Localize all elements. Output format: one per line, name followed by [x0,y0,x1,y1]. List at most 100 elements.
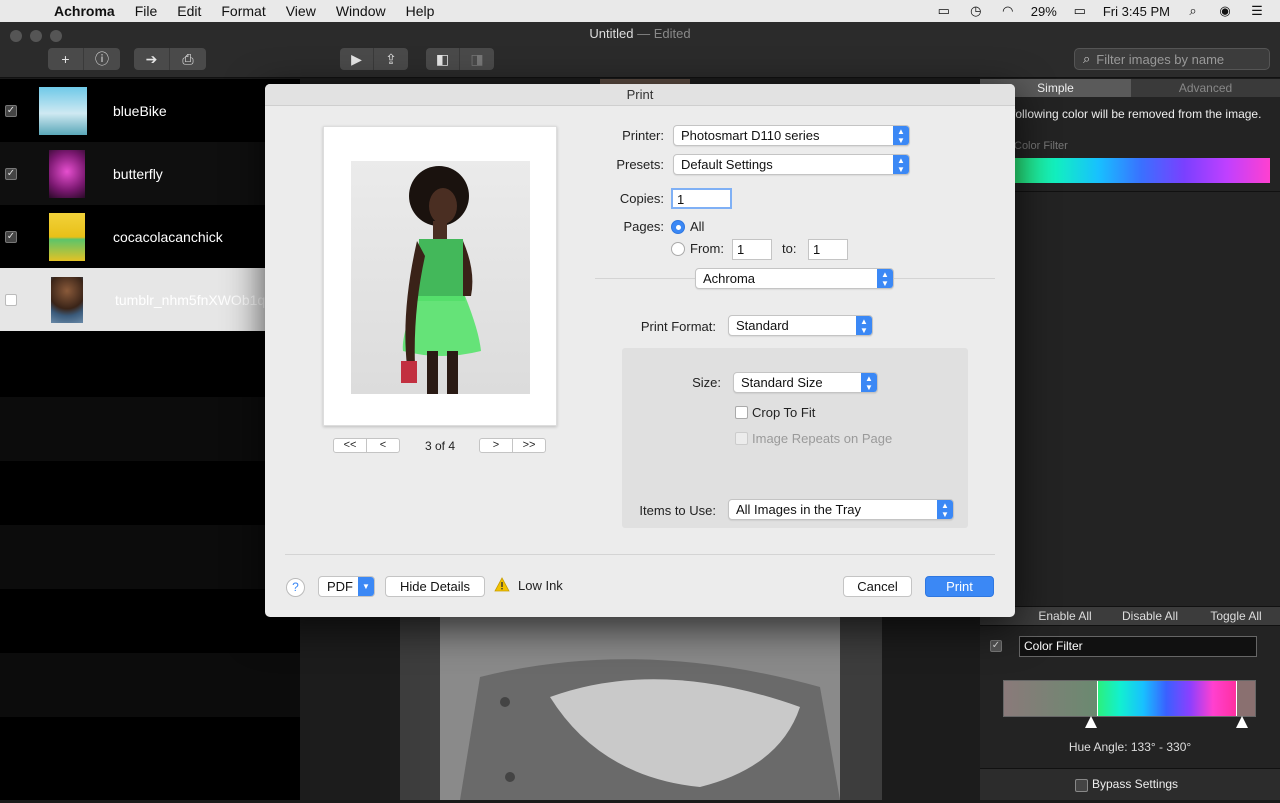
image-name: cocacolacanchick [113,228,223,245]
siri-icon[interactable]: ◉ [1216,4,1234,18]
chevron-updown-icon: ▲ ▼ [877,269,893,288]
search-icon: ⌕ [1083,51,1091,66]
print-section-select[interactable]: Achroma ▲ ▼ [695,268,894,289]
share-icon[interactable]: ⇪ [374,48,408,70]
copies-label: Copies: [619,191,664,206]
pdf-label: PDF [327,579,353,594]
list-item[interactable]: ✓ blueBike [0,79,300,142]
info-icon[interactable]: ⓘ [84,48,120,70]
pages-from-field[interactable]: 1 [732,239,772,260]
image-list: ✓ blueBike ✓ butterfly ✓ cocacolacanchic… [0,79,300,800]
pages-range-radio[interactable] [671,242,685,256]
menu-app[interactable]: Achroma [54,3,115,19]
window-title: Untitled — Edited [0,26,1280,41]
chevron-updown-icon: ▲ ▼ [893,155,909,174]
filter-name-field[interactable]: Color Filter [1019,636,1257,657]
main-photo [400,617,882,800]
notification-center-icon[interactable]: ☰ [1248,4,1266,18]
presets-select[interactable]: Default Settings ▲ ▼ [673,154,910,175]
menu-bar: Achroma File Edit Format View Window Hel… [0,0,1280,22]
image-name: butterfly [113,165,163,182]
menu-edit[interactable]: Edit [177,3,201,19]
presets-value: Default Settings [681,157,773,172]
list-item[interactable]: ✓ tumblr_nhm5fnXWOb1qa [0,268,300,331]
size-select[interactable]: Standard Size ▲ ▼ [733,372,878,393]
print-preview [323,126,557,426]
print-dialog: Print << < 3 of 4 > >> Printer: Photosma… [265,84,1015,617]
previous-page-button[interactable]: < [366,438,400,453]
filter-placeholder: Filter images by name [1096,51,1225,67]
color-filter-label: Color Filter [1014,140,1068,152]
preview-figure [401,166,481,394]
battery-icon[interactable]: ▭ [1071,4,1089,18]
pages-all-label: All [690,219,705,234]
cancel-button[interactable]: Cancel [843,576,912,597]
pdf-menu-button[interactable]: PDF ▼ [318,576,375,597]
help-button[interactable]: ? [286,578,305,597]
pages-from-label: From: [690,241,724,256]
image-enabled-checkbox[interactable]: ✓ [5,167,17,180]
hide-details-button[interactable]: Hide Details [385,576,485,597]
hue-start-handle[interactable] [1085,716,1097,728]
copies-field[interactable]: 1 [671,188,732,209]
list-item[interactable]: ✓ butterfly [0,142,300,205]
printer-select[interactable]: Photosmart D110 series ▲ ▼ [673,125,910,146]
image-enabled-checkbox[interactable]: ✓ [5,230,17,243]
spotlight-icon[interactable]: ⌕ [1184,4,1202,18]
print-format-label: Print Format: [640,319,716,334]
wifi-icon[interactable]: ◠ [999,4,1017,18]
add-icon[interactable]: + [48,48,84,70]
color-filter-enabled-checkbox[interactable]: ✓ [990,640,1002,652]
crop-to-fit-label: Crop To Fit [752,405,816,420]
next-page-button[interactable]: > [479,438,513,453]
tab-advanced[interactable]: Advanced [1131,79,1280,97]
menu-format[interactable]: Format [221,3,265,19]
airplay-icon[interactable]: ▭ [935,4,953,18]
enable-all-button[interactable]: Enable All [1025,609,1105,623]
image-enabled-checkbox[interactable]: ✓ [5,293,17,306]
menu-view[interactable]: View [286,3,316,19]
image-repeats-checkbox[interactable] [735,432,748,445]
page-indicator: 3 of 4 [424,439,456,453]
menu-clock[interactable]: Fri 3:45 PM [1103,4,1170,19]
menu-file[interactable]: File [135,3,158,19]
low-ink-label: Low Ink [518,578,563,593]
size-value: Standard Size [741,375,823,390]
first-page-button[interactable]: << [333,438,367,453]
list-item[interactable]: ✓ cocacolacanchick [0,205,300,268]
image-enabled-checkbox[interactable]: ✓ [5,104,17,117]
export-icon[interactable]: ➔ [134,48,170,70]
toggle-all-button[interactable]: Toggle All [1196,609,1276,623]
time-machine-icon[interactable]: ◷ [967,4,985,18]
warning-icon [494,577,510,593]
footer-separator [285,554,995,555]
image-name: blueBike [113,102,167,119]
menu-window[interactable]: Window [336,3,386,19]
last-page-button[interactable]: >> [512,438,546,453]
export-print-group: ➔ ⎙ [134,48,206,70]
print-icon[interactable]: ⎙ [170,48,206,70]
pages-to-field[interactable]: 1 [808,239,848,260]
hue-end-handle[interactable] [1236,716,1248,728]
photo-illustration [400,617,882,800]
image-thumbnail [49,149,85,198]
slideshow-icon[interactable]: ▶ [340,48,375,70]
print-format-select[interactable]: Standard ▲ ▼ [728,315,873,336]
items-to-use-value: All Images in the Tray [736,502,861,517]
hue-range-bar[interactable] [1003,680,1256,717]
battery-percent: 29% [1030,3,1057,19]
print-button[interactable]: Print [925,576,994,597]
image-thumbnail [51,276,83,323]
items-to-use-select[interactable]: All Images in the Tray ▲ ▼ [728,499,954,520]
crop-to-fit-checkbox[interactable] [735,406,748,419]
menu-help[interactable]: Help [406,3,435,19]
filter-images-search[interactable]: ⌕ Filter images by name [1074,48,1270,70]
disable-all-button[interactable]: Disable All [1110,609,1190,623]
filter-description: following color will be removed from the… [1012,107,1262,121]
hue-end-line [1236,681,1237,716]
compare-before-icon[interactable]: ◧ [426,48,461,70]
pages-all-radio[interactable] [671,220,685,234]
compare-after-icon[interactable]: ◨ [460,48,494,70]
bypass-checkbox[interactable] [1075,779,1088,792]
chevron-updown-icon: ▲ ▼ [893,126,909,145]
